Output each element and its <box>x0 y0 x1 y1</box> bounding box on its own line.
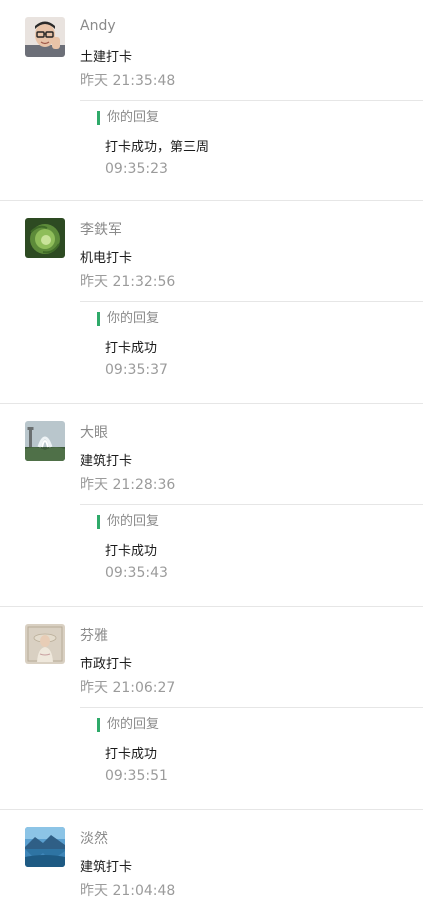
avatar[interactable] <box>25 218 65 258</box>
checkin-message: 建筑打卡 <box>80 454 133 469</box>
checkin-item[interactable]: 大眼 建筑打卡 昨天 21:28:36 你的回复 打卡成功 09:35:43 <box>0 404 423 607</box>
reply-block: 你的回复 打卡成功 09:35:37 <box>80 301 423 378</box>
reply-text: 打卡成功 <box>105 544 158 559</box>
checkin-message: 土建打卡 <box>80 50 133 65</box>
checkin-time: 昨天 21:04:48 <box>80 883 176 899</box>
avatar[interactable] <box>25 421 65 461</box>
reply-time: 09:35:37 <box>105 362 168 378</box>
lake-landscape-avatar-icon <box>25 827 65 867</box>
reply-text: 打卡成功，第三周 <box>105 140 210 155</box>
checkin-message: 建筑打卡 <box>80 860 133 875</box>
user-name: 大眼 <box>80 425 108 441</box>
avatar[interactable] <box>25 624 65 664</box>
reply-block: 你的回复 打卡成功，第三周 09:35:23 <box>80 100 423 177</box>
user-name: 芬雅 <box>80 628 108 644</box>
checkin-time: 昨天 21:28:36 <box>80 477 176 493</box>
checkin-item[interactable]: 淡然 建筑打卡 昨天 21:04:48 <box>0 810 423 906</box>
reply-label: 你的回复 <box>97 515 159 529</box>
reply-text: 打卡成功 <box>105 341 158 356</box>
checkin-message: 机电打卡 <box>80 251 133 266</box>
reply-time: 09:35:43 <box>105 565 168 581</box>
reply-block: 你的回复 打卡成功 09:35:43 <box>80 504 423 581</box>
reply-label: 你的回复 <box>97 111 159 125</box>
user-name: Andy <box>80 18 116 34</box>
reply-label: 你的回复 <box>97 718 159 732</box>
fountain-avatar-icon <box>25 421 65 461</box>
avatar[interactable] <box>25 827 65 867</box>
checkin-item[interactable]: 芬雅 市政打卡 昨天 21:06:27 你的回复 打卡成功 09:35:51 <box>0 607 423 810</box>
checkin-time: 昨天 21:06:27 <box>80 680 176 696</box>
checkin-message: 市政打卡 <box>80 657 133 672</box>
reply-label: 你的回复 <box>97 312 159 326</box>
reply-time: 09:35:51 <box>105 768 168 784</box>
checkin-time: 昨天 21:32:56 <box>80 274 176 290</box>
reply-time: 09:35:23 <box>105 161 168 177</box>
user-name: 淡然 <box>80 831 108 847</box>
checkin-time: 昨天 21:35:48 <box>80 73 176 89</box>
woman-portrait-avatar-icon <box>25 624 65 664</box>
checkin-item[interactable]: Andy 土建打卡 昨天 21:35:48 你的回复 打卡成功，第三周 09:3… <box>0 0 423 201</box>
reply-block: 你的回复 打卡成功 09:35:51 <box>80 707 423 784</box>
avatar[interactable] <box>25 17 65 57</box>
man-glasses-avatar-icon <box>25 17 65 57</box>
checkin-item[interactable]: 李鉄军 机电打卡 昨天 21:32:56 你的回复 打卡成功 09:35:37 <box>0 201 423 404</box>
checkin-feed: Andy 土建打卡 昨天 21:35:48 你的回复 打卡成功，第三周 09:3… <box>0 0 423 906</box>
reply-text: 打卡成功 <box>105 747 158 762</box>
user-name: 李鉄军 <box>80 222 122 238</box>
cabbage-avatar-icon <box>25 218 65 258</box>
